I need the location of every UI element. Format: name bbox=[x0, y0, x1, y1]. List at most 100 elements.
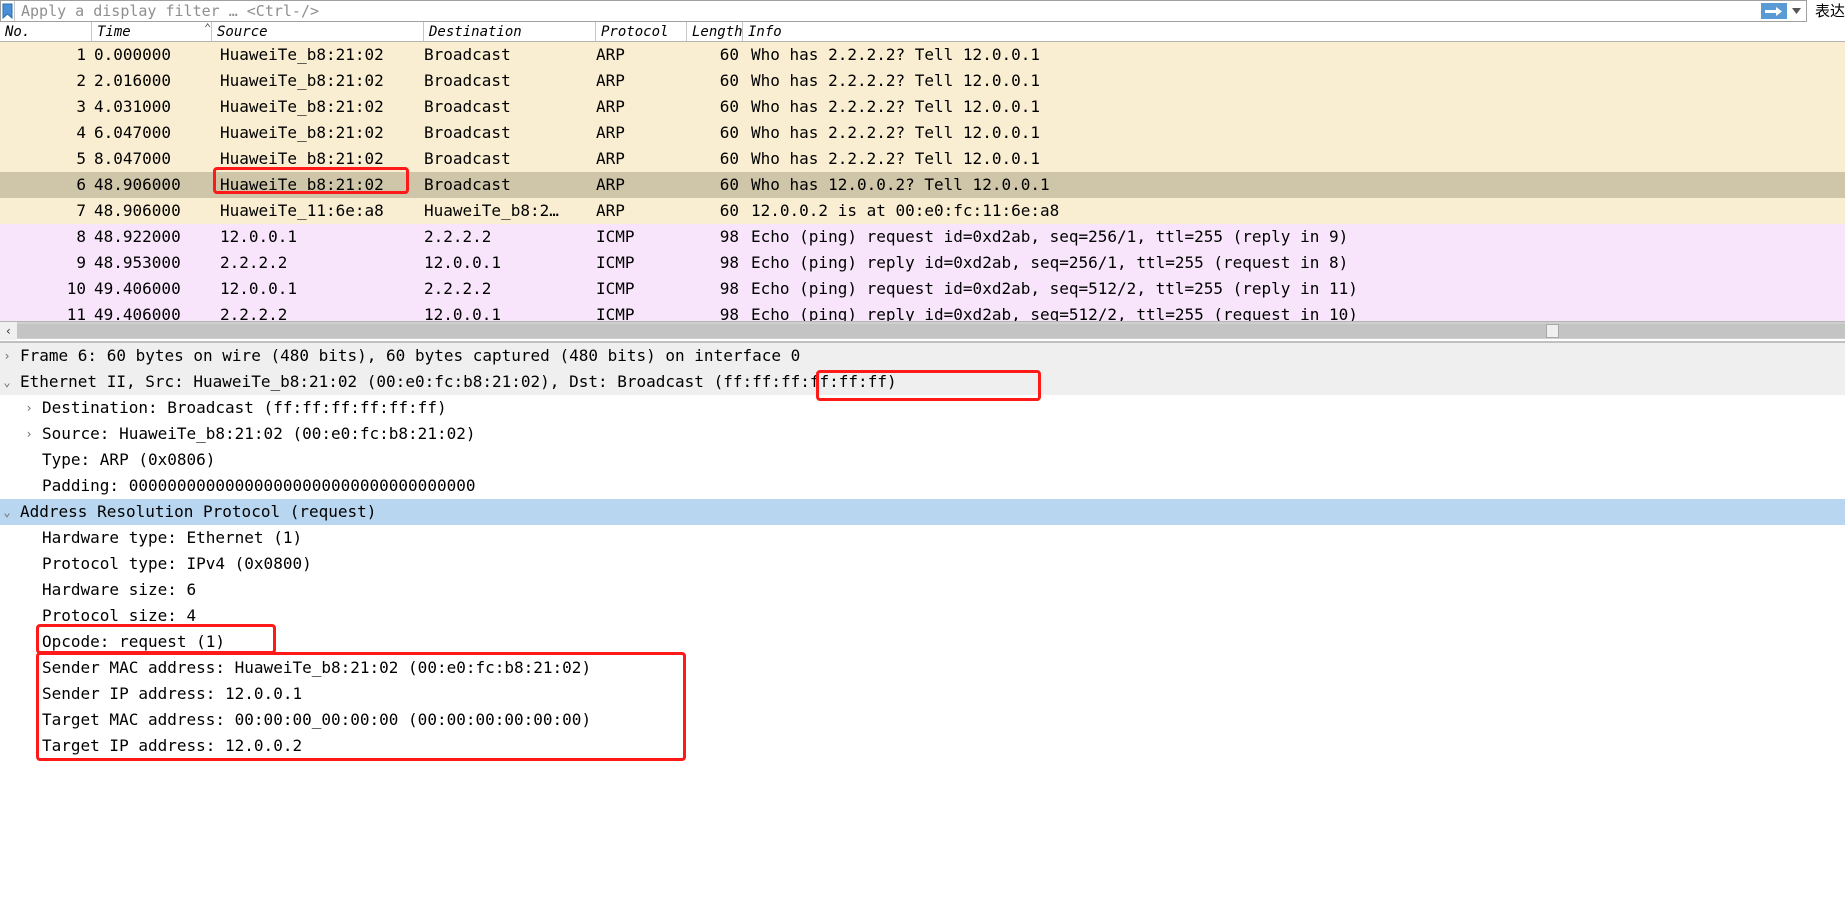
packet-length: 98 bbox=[719, 305, 739, 321]
tree-spacer-icon bbox=[22, 525, 36, 551]
detail-tree-row[interactable]: Hardware size: 6 bbox=[0, 577, 1845, 603]
packet-length: 98 bbox=[719, 227, 739, 246]
packet-length: 60 bbox=[719, 149, 739, 168]
column-header-source[interactable]: Source bbox=[212, 22, 424, 41]
display-filter-input-wrapper[interactable]: Apply a display filter … <Ctrl-/> bbox=[0, 0, 1761, 22]
chevron-down-icon[interactable]: ⌄ bbox=[0, 499, 14, 525]
packet-destination: Broadcast bbox=[424, 45, 511, 64]
detail-tree-label: Hardware type: Ethernet (1) bbox=[42, 528, 303, 547]
packet-row[interactable]: 7 48.906000 HuaweiTe_11:6e:a8 HuaweiTe_b8:2… bbox=[0, 198, 1845, 224]
column-header-info[interactable]: Info bbox=[743, 22, 1845, 41]
detail-tree-label: Ethernet II, Src: HuaweiTe_b8:21:02 (00:… bbox=[20, 372, 897, 391]
detail-tree-row[interactable]: Hardware type: Ethernet (1) bbox=[0, 525, 1845, 551]
column-header-time[interactable]: Time ⌃ bbox=[92, 22, 212, 41]
packet-list-header: No. Time ⌃ Source Destination Protocol Length I… bbox=[0, 22, 1845, 42]
tree-spacer-icon bbox=[22, 447, 36, 473]
chevron-left-icon[interactable]: ‹ bbox=[0, 321, 17, 340]
detail-tree-label: Type: ARP (0x0806) bbox=[42, 450, 216, 469]
packet-list-pane[interactable]: No. Time ⌃ Source Destination Protocol Length I… bbox=[0, 22, 1845, 321]
packet-row[interactable]: 8 48.922000 12.0.0.1 2.2.2.2 ICMP 98 Echo (pin… bbox=[0, 224, 1845, 250]
packet-row[interactable]: 2 2.016000 HuaweiTe_b8:21:02 Broadcast ARP 60… bbox=[0, 68, 1845, 94]
detail-tree-row[interactable]: › Source: HuaweiTe_b8:21:02 (00:e0:fc:b8:… bbox=[0, 421, 1845, 447]
packet-source: HuaweiTe_b8:21:02 bbox=[220, 97, 384, 116]
tree-spacer-icon bbox=[22, 473, 36, 499]
packet-destination: 12.0.0.1 bbox=[424, 305, 502, 321]
filter-expression-label[interactable]: 表达 bbox=[1807, 0, 1845, 22]
detail-tree-row[interactable]: Target MAC address: 00:00:00_00:00:00 (0… bbox=[0, 707, 1845, 733]
display-filter-actions bbox=[1760, 0, 1807, 22]
packet-detail-tree[interactable]: › Frame 6: 60 bytes on wire (480 bits), 6… bbox=[0, 343, 1845, 759]
packet-info: Echo (ping) request id=0xd2ab, seq=256/1… bbox=[751, 227, 1349, 246]
column-header-length[interactable]: Length bbox=[687, 22, 743, 41]
chevron-right-icon[interactable]: › bbox=[22, 395, 36, 421]
detail-tree-label: Opcode: request (1) bbox=[42, 632, 226, 651]
packet-row[interactable]: 1 0.000000 HuaweiTe_b8:21:02 Broadcast ARP 60… bbox=[0, 42, 1845, 68]
packet-protocol: ARP bbox=[596, 175, 625, 194]
detail-tree-label: Hardware size: 6 bbox=[42, 580, 197, 599]
packet-list-horizontal-scrollbar[interactable]: ‹ bbox=[0, 321, 1845, 340]
packet-protocol: ICMP bbox=[596, 253, 635, 272]
packet-protocol: ARP bbox=[596, 97, 625, 116]
detail-tree-row[interactable]: Opcode: request (1) bbox=[0, 629, 1845, 655]
detail-tree-row[interactable]: Protocol size: 4 bbox=[0, 603, 1845, 629]
chevron-right-icon[interactable]: › bbox=[22, 421, 36, 447]
packet-source: 2.2.2.2 bbox=[220, 253, 288, 272]
packet-list-rows[interactable]: 1 0.000000 HuaweiTe_b8:21:02 Broadcast ARP 60… bbox=[0, 42, 1845, 321]
packet-time: 4.031000 bbox=[94, 97, 172, 116]
detail-tree-label: Sender IP address: 12.0.0.1 bbox=[42, 684, 303, 703]
sort-ascending-icon: ⌃ bbox=[204, 22, 212, 35]
detail-tree-row[interactable]: Type: ARP (0x0806) bbox=[0, 447, 1845, 473]
column-header-label: Destination bbox=[429, 24, 522, 40]
packet-no: 3 bbox=[76, 97, 86, 116]
packet-length: 60 bbox=[719, 123, 739, 142]
packet-destination: Broadcast bbox=[424, 149, 511, 168]
packet-time: 49.406000 bbox=[94, 305, 181, 321]
column-header-protocol[interactable]: Protocol bbox=[596, 22, 687, 41]
column-header-destination[interactable]: Destination bbox=[424, 22, 596, 41]
detail-tree-row[interactable]: › Frame 6: 60 bytes on wire (480 bits), 6… bbox=[0, 343, 1845, 369]
detail-tree-label: Target IP address: 12.0.0.2 bbox=[42, 736, 303, 755]
detail-tree-row[interactable]: Padding: 0000000000000000000000000000000… bbox=[0, 473, 1845, 499]
detail-tree-row[interactable]: Sender MAC address: HuaweiTe_b8:21:02 (0… bbox=[0, 655, 1845, 681]
packet-no: 2 bbox=[76, 71, 86, 90]
detail-tree-row[interactable]: Target IP address: 12.0.0.2 bbox=[0, 733, 1845, 759]
detail-tree-row[interactable]: ⌄ Address Resolution Protocol (request) bbox=[0, 499, 1845, 525]
packet-row[interactable]: 5 8.047000 HuaweiTe_b8:21:02 Broadcast ARP 60… bbox=[0, 146, 1845, 172]
packet-info: Who has 2.2.2.2? Tell 12.0.0.1 bbox=[751, 97, 1040, 116]
detail-tree-row[interactable]: Protocol type: IPv4 (0x0800) bbox=[0, 551, 1845, 577]
packet-row[interactable]: 11 49.406000 2.2.2.2 12.0.0.1 ICMP 98 Echo (pi… bbox=[0, 302, 1845, 321]
packet-info: Who has 2.2.2.2? Tell 12.0.0.1 bbox=[751, 123, 1040, 142]
detail-tree-label: Protocol type: IPv4 (0x0800) bbox=[42, 554, 312, 573]
packet-no: 9 bbox=[76, 253, 86, 272]
scrollbar-track[interactable] bbox=[17, 323, 1845, 338]
chevron-right-icon[interactable]: › bbox=[0, 343, 14, 369]
detail-tree-row[interactable]: › Destination: Broadcast (ff:ff:ff:ff:ff:… bbox=[0, 395, 1845, 421]
packet-protocol: ARP bbox=[596, 71, 625, 90]
packet-source: HuaweiTe_b8:21:02 bbox=[220, 175, 384, 194]
packet-row[interactable]: 3 4.031000 HuaweiTe_b8:21:02 Broadcast ARP 60… bbox=[0, 94, 1845, 120]
packet-time: 48.906000 bbox=[94, 175, 181, 194]
packet-row[interactable]: 9 48.953000 2.2.2.2 12.0.0.1 ICMP 98 Echo (pin… bbox=[0, 250, 1845, 276]
packet-details-pane[interactable]: › Frame 6: 60 bytes on wire (480 bits), 6… bbox=[0, 341, 1845, 909]
scrollbar-thumb[interactable] bbox=[1546, 323, 1559, 338]
packet-row[interactable]: 6 48.906000 HuaweiTe_b8:21:02 Broadcast ARP 6… bbox=[0, 172, 1845, 198]
chevron-down-icon[interactable] bbox=[1790, 3, 1804, 19]
display-filter-placeholder[interactable]: Apply a display filter … <Ctrl-/> bbox=[15, 1, 1761, 21]
column-header-label: Source bbox=[217, 24, 268, 40]
bookmark-icon[interactable] bbox=[1, 1, 15, 21]
apply-filter-button[interactable] bbox=[1760, 3, 1787, 19]
packet-info: Echo (ping) reply id=0xd2ab, seq=512/2, … bbox=[751, 305, 1358, 321]
detail-tree-row[interactable]: Sender IP address: 12.0.0.1 bbox=[0, 681, 1845, 707]
detail-tree-row[interactable]: ⌄ Ethernet II, Src: HuaweiTe_b8:21:02 (00… bbox=[0, 369, 1845, 395]
tree-spacer-icon bbox=[22, 603, 36, 629]
packet-source: HuaweiTe_b8:21:02 bbox=[220, 123, 384, 142]
column-header-no[interactable]: No. bbox=[0, 22, 92, 41]
packet-info: Who has 2.2.2.2? Tell 12.0.0.1 bbox=[751, 149, 1040, 168]
packet-row[interactable]: 10 49.406000 12.0.0.1 2.2.2.2 ICMP 98 Echo (pi… bbox=[0, 276, 1845, 302]
packet-no: 11 bbox=[66, 305, 86, 321]
packet-row[interactable]: 4 6.047000 HuaweiTe_b8:21:02 Broadcast ARP 60… bbox=[0, 120, 1845, 146]
detail-tree-label: Address Resolution Protocol (request) bbox=[20, 502, 377, 521]
chevron-down-icon[interactable]: ⌄ bbox=[0, 369, 14, 395]
packet-time: 0.000000 bbox=[94, 45, 172, 64]
packet-protocol: ICMP bbox=[596, 279, 635, 298]
